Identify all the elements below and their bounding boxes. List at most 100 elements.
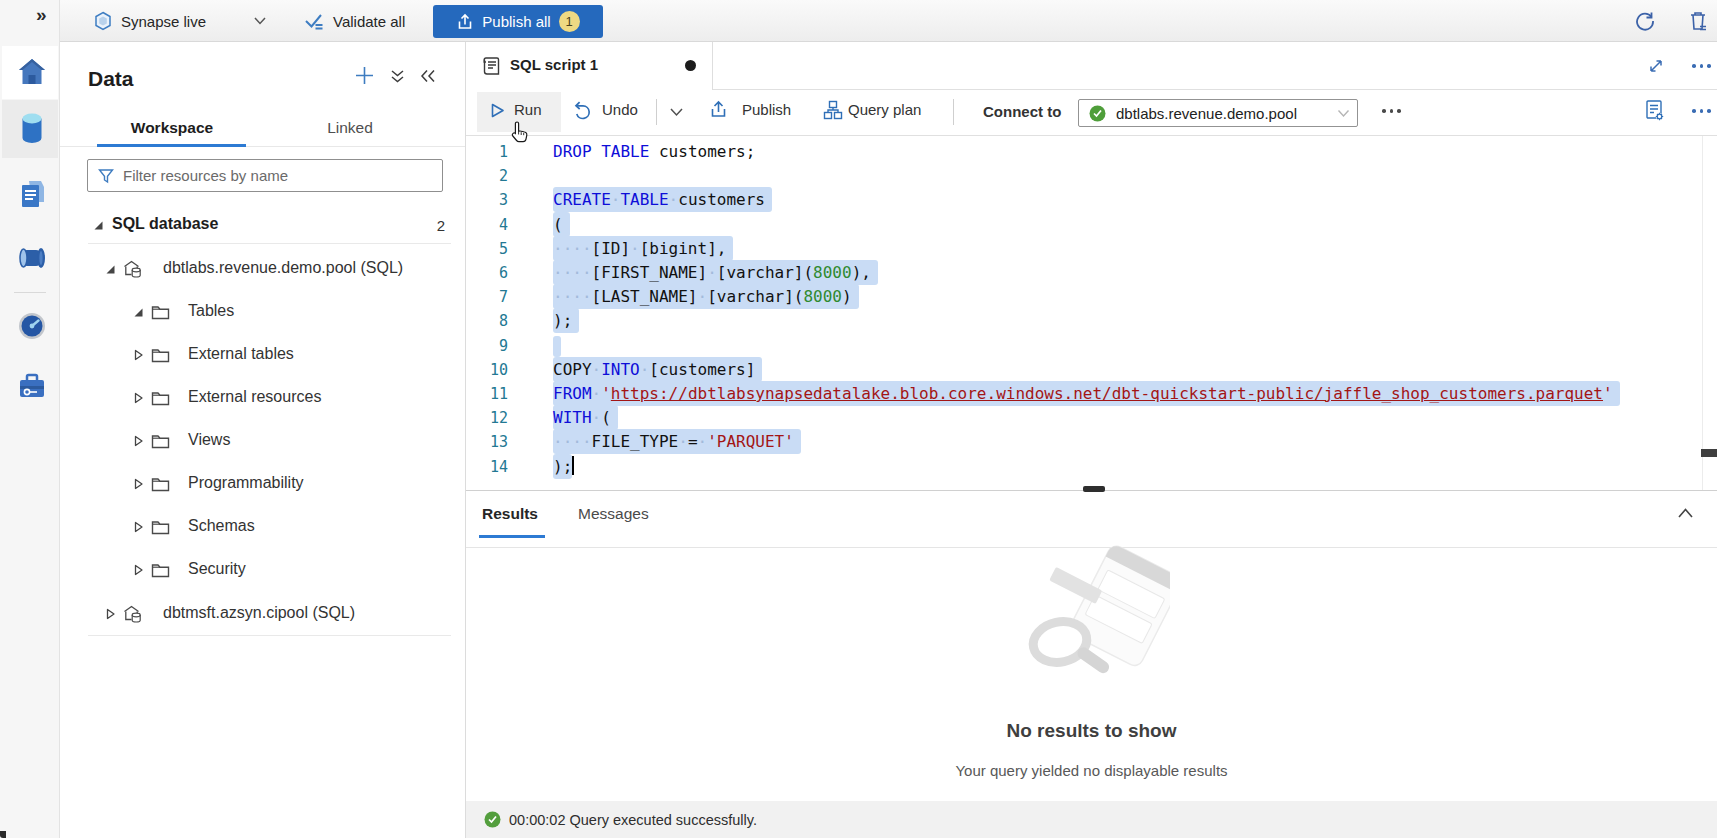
tab-title: SQL script 1 [510,56,598,73]
query-plan-label: Query plan [848,90,921,130]
refresh-icon[interactable] [1635,11,1655,31]
tree-item-label: External resources [188,388,321,406]
code-line-14: ); [553,455,574,479]
expand-rail-icon[interactable]: » [36,4,47,26]
run-options-chevron-icon[interactable] [669,107,684,118]
code-line-7: ····[LAST_NAME]·[varchar](8000) [553,285,859,309]
code-line-8: ); [553,309,579,333]
line-number: 8 [468,309,508,333]
rail-item-home[interactable] [2,46,58,99]
tree-item-dbtlabs-revenue-demo-pool-sql[interactable]: dbtlabs.revenue.demo.pool (SQL) [60,256,465,282]
tree-separator [88,635,451,636]
tree-item-external-tables[interactable]: External tables [60,342,465,368]
connect-to-dropdown[interactable]: dbtlabs.revenue.demo.pool [1078,99,1358,127]
tree-item-label: Security [188,560,246,578]
toolbar-more-actions[interactable] [1692,109,1711,113]
tab-more-actions[interactable] [1692,64,1711,68]
code-editor[interactable]: 1DROP TABLE customers;23CREATE·TABLE·cus… [466,136,1717,490]
tree-item-tables[interactable]: Tables [60,299,465,325]
results-tab-bar: Results Messages [466,491,1717,548]
line-number: 6 [468,261,508,285]
rail-item-integrate[interactable] [2,232,58,288]
caret-collapsed-icon[interactable] [133,349,144,361]
caret-collapsed-icon[interactable] [133,392,144,404]
filter-placeholder: Filter resources by name [123,167,288,184]
toolbox-icon [17,371,47,401]
code-line-3: CREATE·TABLE·customers [553,188,772,212]
undo-icon[interactable] [572,101,591,120]
line-number: 7 [468,285,508,309]
caret-collapsed-icon[interactable] [133,564,144,576]
tree-item-external-resources[interactable]: External resources [60,385,465,411]
tree-separator [88,243,451,244]
caret-collapsed-icon[interactable] [105,608,116,620]
rail-item-manage[interactable] [2,360,58,416]
success-status-icon [484,811,501,828]
rail-item-data[interactable] [2,100,58,158]
expand-editor-icon[interactable] [1648,58,1664,74]
no-results-illustration [1020,542,1170,690]
query-plan-icon[interactable] [823,100,843,120]
properties-icon[interactable] [1644,99,1665,122]
tab-results[interactable]: Results [482,505,538,523]
validate-all-button[interactable]: Validate all [303,0,405,42]
tree-item-security[interactable]: Security [60,557,465,583]
mode-label: Synapse live [121,13,206,30]
tree-item-sql-database[interactable]: SQL database2 [60,212,465,238]
caret-collapsed-icon[interactable] [133,478,144,490]
undo-label: Undo [602,90,638,130]
folder-icon [151,304,170,320]
tree-item-schemas[interactable]: Schemas [60,514,465,540]
pipeline-icon [17,244,47,272]
tab-sql-script-1[interactable]: SQL script 1 [466,42,713,90]
code-line-9 [553,334,561,358]
status-message: 00:00:02 Query executed successfully. [509,812,757,828]
toolbar-divider [656,99,657,125]
tree-item-label: Views [188,431,230,449]
collapse-all-icon[interactable] [390,69,405,84]
tree-item-views[interactable]: Views [60,428,465,454]
line-number: 5 [468,237,508,261]
add-resource-icon[interactable] [355,66,374,85]
caret-expanded-icon[interactable] [93,220,104,231]
validate-icon [303,11,325,31]
connect-to-label: Connect to [983,92,1061,132]
tab-workspace[interactable]: Workspace [97,112,247,146]
no-results-title: No results to show [466,720,1717,742]
rail-item-develop[interactable] [2,168,58,224]
line-number: 11 [468,382,508,406]
tree-item-dbtmsft-azsyn-cipool-sql[interactable]: dbtmsft.azsyn.cipool (SQL) [60,601,465,627]
data-panel-tabs: Workspace Linked [60,112,465,147]
connect-more-actions[interactable] [1382,109,1401,113]
mode-chevron-icon[interactable] [253,16,267,26]
collapse-results-icon[interactable] [1677,507,1694,519]
folder-icon [151,433,170,449]
mode-selector[interactable]: Synapse live [93,0,206,42]
active-tab-underline [97,144,246,147]
tree-item-label: Tables [188,302,234,320]
data-explorer-panel: Data Workspace Linked Filter resources b… [60,42,466,838]
tab-messages[interactable]: Messages [578,505,649,523]
synapse-icon [93,11,113,31]
discard-icon[interactable] [1688,10,1708,32]
editor-scrollbar-track [1702,136,1703,490]
collapse-panel-icon[interactable] [420,69,436,83]
rail-item-monitor[interactable] [2,300,58,356]
sql-editor-pane: SQL script 1 Run Undo Publish [466,42,1717,838]
caret-expanded-icon[interactable] [133,307,144,318]
tree-item-programmability[interactable]: Programmability [60,471,465,497]
results-active-underline [479,535,545,538]
connected-status-icon [1089,105,1106,122]
tree-item-label: SQL database [112,215,218,233]
caret-collapsed-icon[interactable] [133,521,144,533]
filter-input[interactable]: Filter resources by name [87,159,443,192]
publish-all-button[interactable]: Publish all 1 [433,5,603,38]
editor-scrollbar-thumb[interactable] [1701,449,1717,457]
line-number: 12 [468,406,508,430]
tree-item-label: dbtmsft.azsyn.cipool (SQL) [163,604,355,622]
tab-linked[interactable]: Linked [275,112,425,146]
caret-collapsed-icon[interactable] [133,435,144,447]
publish-all-label: Publish all [482,13,550,30]
publish-script-icon[interactable] [709,100,728,119]
caret-expanded-icon[interactable] [105,264,116,275]
